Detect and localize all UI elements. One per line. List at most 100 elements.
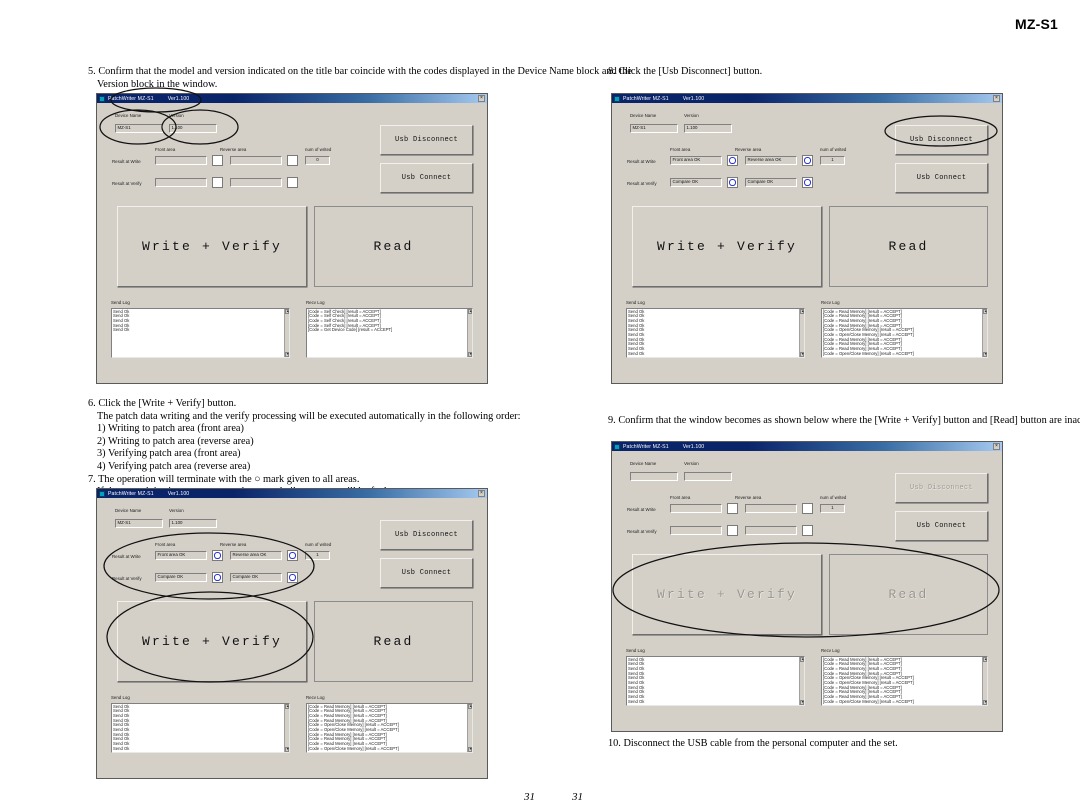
verify-reverse-result-mark <box>287 572 298 583</box>
log-line: Send Ok <box>628 350 645 356</box>
scroll-up-icon[interactable]: ▲ <box>468 704 472 709</box>
step-8-line-1: Click the [Usb Disconnect] button. <box>618 66 763 77</box>
title-bar[interactable]: PatchWriter MZ-S1 Ver1.100 × <box>612 442 1002 451</box>
close-icon[interactable]: × <box>993 95 1000 102</box>
recv-log-scrollbar[interactable]: ▲ ▼ <box>982 657 987 705</box>
label-num-of-writed: num of writed <box>820 495 847 500</box>
write-front-field[interactable] <box>155 156 207 165</box>
read-button[interactable]: Read <box>829 206 988 287</box>
patchwriter-window-1[interactable]: PatchWriter MZ-S1 Ver1.100 × Device Name… <box>96 93 488 384</box>
label-version: Version <box>169 508 184 513</box>
label-device-name: Device Name <box>630 113 657 118</box>
version-field[interactable]: 1.100 <box>684 124 732 133</box>
write-verify-button[interactable]: Write + Verify <box>632 206 822 287</box>
scroll-down-icon[interactable]: ▼ <box>983 352 987 357</box>
window-client-area: Device Name Version MZ-S1 1.100 Front ar… <box>97 103 487 383</box>
version-field[interactable]: 1.100 <box>169 124 217 133</box>
verify-reverse-field[interactable] <box>745 526 797 535</box>
version-field[interactable]: 1.100 <box>169 519 217 528</box>
verify-reverse-field[interactable]: Compare OK <box>745 178 797 187</box>
scroll-down-icon[interactable]: ▼ <box>983 700 987 705</box>
verify-front-field[interactable] <box>155 178 207 187</box>
write-verify-button[interactable]: Write + Verify <box>117 601 307 682</box>
num-writed-field[interactable]: 1 <box>820 504 845 513</box>
send-log-pane[interactable]: Send Ok Send Ok Send Ok Send Ok Send Ok Send … <box>626 308 805 358</box>
recv-log-scrollbar[interactable]: ▲ ▼ <box>467 704 472 752</box>
log-line: [Code = Open/Close Memory] [result = ACC… <box>823 698 914 704</box>
recv-log-pane[interactable]: [Code = Read Memory] [result = ACCEPT] [C… <box>821 308 988 358</box>
usb-disconnect-button[interactable]: Usb Disconnect <box>895 125 988 155</box>
device-name-field[interactable]: MZ-S1 <box>115 124 163 133</box>
read-button[interactable]: Read <box>314 206 473 287</box>
scroll-down-icon[interactable]: ▼ <box>468 352 472 357</box>
write-front-field[interactable]: Front area OK <box>155 551 207 560</box>
send-log-scrollbar[interactable]: ▲ ▼ <box>799 657 804 705</box>
label-recv-log: Recv Log <box>821 648 840 653</box>
device-name-field[interactable]: MZ-S1 <box>115 519 163 528</box>
label-result-at-verify: Result at Verify <box>627 529 657 534</box>
log-line: Send Ok <box>628 698 645 704</box>
write-front-field[interactable]: Front area OK <box>670 156 722 165</box>
write-reverse-field[interactable]: Reverse area OK <box>745 156 797 165</box>
write-verify-button[interactable]: Write + Verify <box>117 206 307 287</box>
write-reverse-field[interactable]: Reverse area OK <box>230 551 282 560</box>
send-log-scrollbar[interactable]: ▲ ▼ <box>284 704 289 752</box>
scroll-down-icon[interactable]: ▼ <box>800 352 804 357</box>
verify-front-field[interactable]: Compare OK <box>155 573 207 582</box>
close-icon[interactable]: × <box>478 95 485 102</box>
close-icon[interactable]: × <box>993 443 1000 450</box>
patchwriter-window-4[interactable]: PatchWriter MZ-S1 Ver1.100 × Device Name… <box>611 441 1003 732</box>
send-log-pane[interactable]: Send Ok Send Ok Send Ok Send Ok Send Ok ▲ ▼ <box>111 308 290 358</box>
usb-connect-button[interactable]: Usb Connect <box>895 163 988 193</box>
recv-log-scrollbar[interactable]: ▲ ▼ <box>982 309 987 357</box>
num-writed-field[interactable]: 0 <box>305 156 330 165</box>
write-front-field[interactable] <box>670 504 722 513</box>
recv-log-scrollbar[interactable]: ▲ ▼ <box>467 309 472 357</box>
close-icon[interactable]: × <box>478 490 485 497</box>
verify-reverse-field[interactable]: Compare OK <box>230 573 282 582</box>
write-reverse-field[interactable] <box>230 156 282 165</box>
recv-log-pane[interactable]: [Code = Self Check] [result = ACCEPT] [Co… <box>306 308 473 358</box>
patchwriter-window-3[interactable]: PatchWriter MZ-S1 Ver1.100 × Device Name… <box>96 488 488 779</box>
title-bar[interactable]: PatchWriter MZ-S1 Ver1.100 × <box>97 489 487 498</box>
scroll-up-icon[interactable]: ▲ <box>468 309 472 314</box>
send-log-scrollbar[interactable]: ▲ ▼ <box>799 309 804 357</box>
verify-front-field[interactable] <box>670 526 722 535</box>
device-name-field[interactable] <box>630 472 678 481</box>
scroll-up-icon[interactable]: ▲ <box>800 309 804 314</box>
recv-log-pane[interactable]: [Code = Read Memory] [result = ACCEPT] [C… <box>821 656 988 706</box>
scroll-down-icon[interactable]: ▼ <box>285 352 289 357</box>
send-log-pane[interactable]: Send Ok Send Ok Send Ok Send Ok Send Ok Send … <box>111 703 290 753</box>
scroll-up-icon[interactable]: ▲ <box>983 657 987 662</box>
read-button[interactable]: Read <box>314 601 473 682</box>
scroll-down-icon[interactable]: ▼ <box>800 700 804 705</box>
scroll-up-icon[interactable]: ▲ <box>285 309 289 314</box>
recv-log-pane[interactable]: [Code = Read Memory] [result = ACCEPT] [C… <box>306 703 473 753</box>
send-log-scrollbar[interactable]: ▲ ▼ <box>284 309 289 357</box>
scroll-down-icon[interactable]: ▼ <box>285 747 289 752</box>
usb-disconnect-button[interactable]: Usb Disconnect <box>380 125 473 155</box>
step-6-number: 6. <box>88 398 96 409</box>
label-result-at-write: Result at Write <box>627 159 656 164</box>
title-bar[interactable]: PatchWriter MZ-S1 Ver1.100 × <box>612 94 1002 103</box>
write-reverse-field[interactable] <box>745 504 797 513</box>
usb-connect-button[interactable]: Usb Connect <box>380 163 473 193</box>
usb-disconnect-button[interactable]: Usb Disconnect <box>380 520 473 550</box>
scroll-up-icon[interactable]: ▲ <box>800 657 804 662</box>
scroll-up-icon[interactable]: ▲ <box>983 309 987 314</box>
log-line: [Code = Open/Close Memory] [result = ACC… <box>308 745 399 751</box>
title-bar[interactable]: PatchWriter MZ-S1 Ver1.100 × <box>97 94 487 103</box>
verify-front-field[interactable]: Compare OK <box>670 178 722 187</box>
window-title: PatchWriter MZ-S1 <box>108 95 154 102</box>
usb-connect-button[interactable]: Usb Connect <box>380 558 473 588</box>
num-writed-field[interactable]: 1 <box>305 551 330 560</box>
patchwriter-window-2[interactable]: PatchWriter MZ-S1 Ver1.100 × Device Name… <box>611 93 1003 384</box>
verify-reverse-field[interactable] <box>230 178 282 187</box>
version-field[interactable] <box>684 472 732 481</box>
usb-connect-button[interactable]: Usb Connect <box>895 511 988 541</box>
scroll-up-icon[interactable]: ▲ <box>285 704 289 709</box>
scroll-down-icon[interactable]: ▼ <box>468 747 472 752</box>
device-name-field[interactable]: MZ-S1 <box>630 124 678 133</box>
send-log-pane[interactable]: Send Ok Send Ok Send Ok Send Ok Send Ok Send … <box>626 656 805 706</box>
num-writed-field[interactable]: 1 <box>820 156 845 165</box>
